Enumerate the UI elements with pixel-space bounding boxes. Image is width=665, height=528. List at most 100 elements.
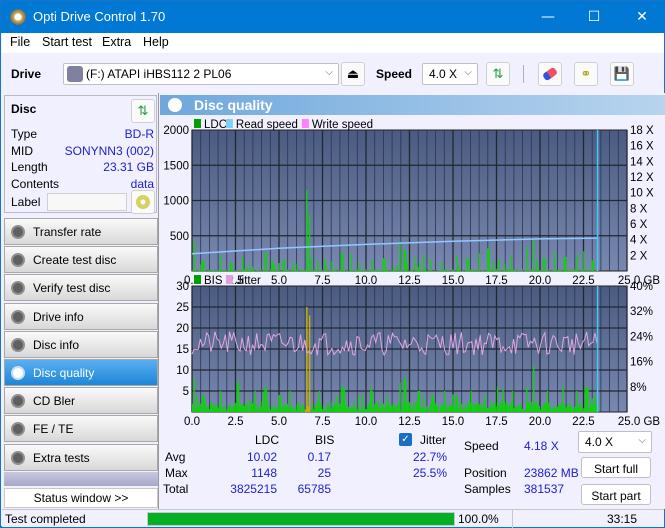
max-label: Max [165, 466, 188, 480]
bis-bar [465, 404, 466, 412]
close-button[interactable]: ✕ [619, 1, 665, 33]
bis-bar [327, 403, 328, 412]
bis-bar [447, 409, 448, 412]
nav-extra-tests[interactable]: Extra tests [4, 444, 158, 471]
test-speed-select[interactable]: 4.0 X ⌵ [578, 431, 652, 453]
bis-bar [426, 406, 427, 412]
refresh-button[interactable]: ⇅ [486, 62, 510, 86]
bis-bar [475, 406, 476, 412]
nav-label: FE / TE [33, 422, 73, 436]
nav-disc-quality[interactable]: Disc quality [4, 359, 158, 386]
bis-bar [288, 408, 289, 412]
bis-bar [498, 405, 499, 412]
bis-bar [291, 406, 292, 412]
start-part-button[interactable]: Start part [581, 484, 651, 505]
bis-bar [433, 395, 434, 412]
title-bar: Opti Drive Control 1.70 — ☐ ✕ [1, 1, 665, 33]
speed-select[interactable]: 4.0 X ⌵ [422, 63, 478, 85]
bis-bar [461, 404, 462, 412]
disc-refresh-button[interactable]: ⇅ [131, 99, 155, 123]
label-input[interactable] [47, 193, 127, 211]
y-tick-label: 1000 [163, 196, 189, 208]
nav-verify-test-disc[interactable]: Verify test disc [4, 274, 158, 301]
jitter-checkbox[interactable]: ✓ [399, 433, 412, 446]
bis-bar [359, 408, 360, 412]
bis-bar [349, 408, 350, 412]
bis-bar [557, 407, 558, 412]
bis-bar [362, 394, 363, 412]
bis-bar [399, 383, 400, 412]
panel-title: Disc quality [194, 97, 273, 113]
bis-bar [242, 404, 243, 412]
ldc-bar [242, 257, 243, 271]
menu-extra[interactable]: Extra [102, 35, 131, 49]
nav-create-test-disc[interactable]: Create test disc [4, 246, 158, 273]
bis-chart: 510152025308%16%24%32%40%0.02.55.07.510.… [160, 271, 665, 431]
disc-quality-icon [168, 98, 182, 112]
start-full-button[interactable]: Start full [581, 457, 651, 478]
x-tick-label: 22.5 [572, 416, 594, 428]
bis-bar [484, 395, 485, 412]
nav-drive-info[interactable]: Drive info [4, 303, 158, 330]
bis-bar [431, 395, 432, 412]
bis-bar [398, 402, 399, 412]
menu-start-test[interactable]: Start test [42, 35, 92, 49]
menu-help[interactable]: Help [143, 35, 169, 49]
bis-bar [224, 405, 225, 412]
bis-bar [200, 404, 201, 412]
save-button[interactable]: 💾 [610, 62, 634, 86]
bis-bar [380, 403, 381, 412]
status-window-button[interactable]: Status window >> [4, 488, 158, 508]
samples-value: 381537 [524, 482, 564, 496]
ldc-bar [583, 251, 584, 271]
status-bar: Test completed 100.0% 33:15 [2, 509, 664, 527]
nav-cd-bler[interactable]: CD Bler [4, 387, 158, 414]
bis-bar [441, 407, 442, 412]
label-apply-button[interactable] [131, 190, 155, 214]
maximize-button[interactable]: ☐ [571, 1, 617, 33]
bis-bar [539, 406, 540, 412]
drive-value: (F:) ATAPI iHBS112 2 PL06 [86, 67, 231, 81]
y2-tick-label: 24% [630, 331, 653, 343]
bis-bar [456, 395, 457, 412]
contents-label: Contents [11, 177, 59, 191]
bis-bar [320, 404, 321, 412]
bis-bar [209, 409, 210, 412]
avg-ldc: 10.02 [247, 450, 277, 464]
bis-bar [370, 387, 371, 412]
eject-button[interactable]: ⏏ [341, 62, 365, 86]
bis-bar [220, 391, 221, 412]
ldc-bar [231, 263, 232, 271]
nav-disc-info[interactable]: Disc info [4, 331, 158, 358]
bis-bar [466, 408, 467, 412]
menu-file[interactable]: File [10, 35, 30, 49]
bis-bar [565, 407, 566, 412]
copy-icon: ⚭ [581, 67, 592, 82]
bis-bar [218, 404, 219, 412]
disc-gear-icon [11, 366, 25, 380]
copy-button[interactable]: ⚭ [574, 62, 598, 86]
legend-label: BIS [204, 275, 223, 287]
bis-bar [225, 410, 226, 412]
y2-tick-label: 6 X [630, 219, 648, 231]
bis-bar [260, 402, 261, 412]
bis-bar [487, 408, 488, 412]
bis-bar [245, 403, 246, 412]
progress-text: 100.0% [458, 512, 499, 526]
bis-bar [529, 402, 530, 412]
y-tick-label: 20 [176, 323, 189, 335]
ldc-bar [384, 258, 385, 271]
drive-select[interactable]: (F:) ATAPI iHBS112 2 PL06 ⌵ [63, 63, 339, 85]
nav-fe-te[interactable]: FE / TE [4, 415, 158, 442]
bis-bar [406, 402, 407, 412]
erase-button[interactable] [538, 62, 562, 86]
disc-type-row: TypeBD-R [11, 127, 154, 143]
ldc-chart: 5001000150020002 X4 X6 X8 X10 X12 X14 X1… [160, 115, 665, 295]
erase-icon [542, 67, 558, 82]
minimize-button[interactable]: — [525, 1, 571, 33]
bis-bar [502, 388, 503, 412]
nav-transfer-rate[interactable]: Transfer rate [4, 218, 158, 245]
type-value: BD-R [125, 127, 154, 141]
ldc-bar [544, 258, 545, 271]
bis-bar [345, 403, 346, 412]
